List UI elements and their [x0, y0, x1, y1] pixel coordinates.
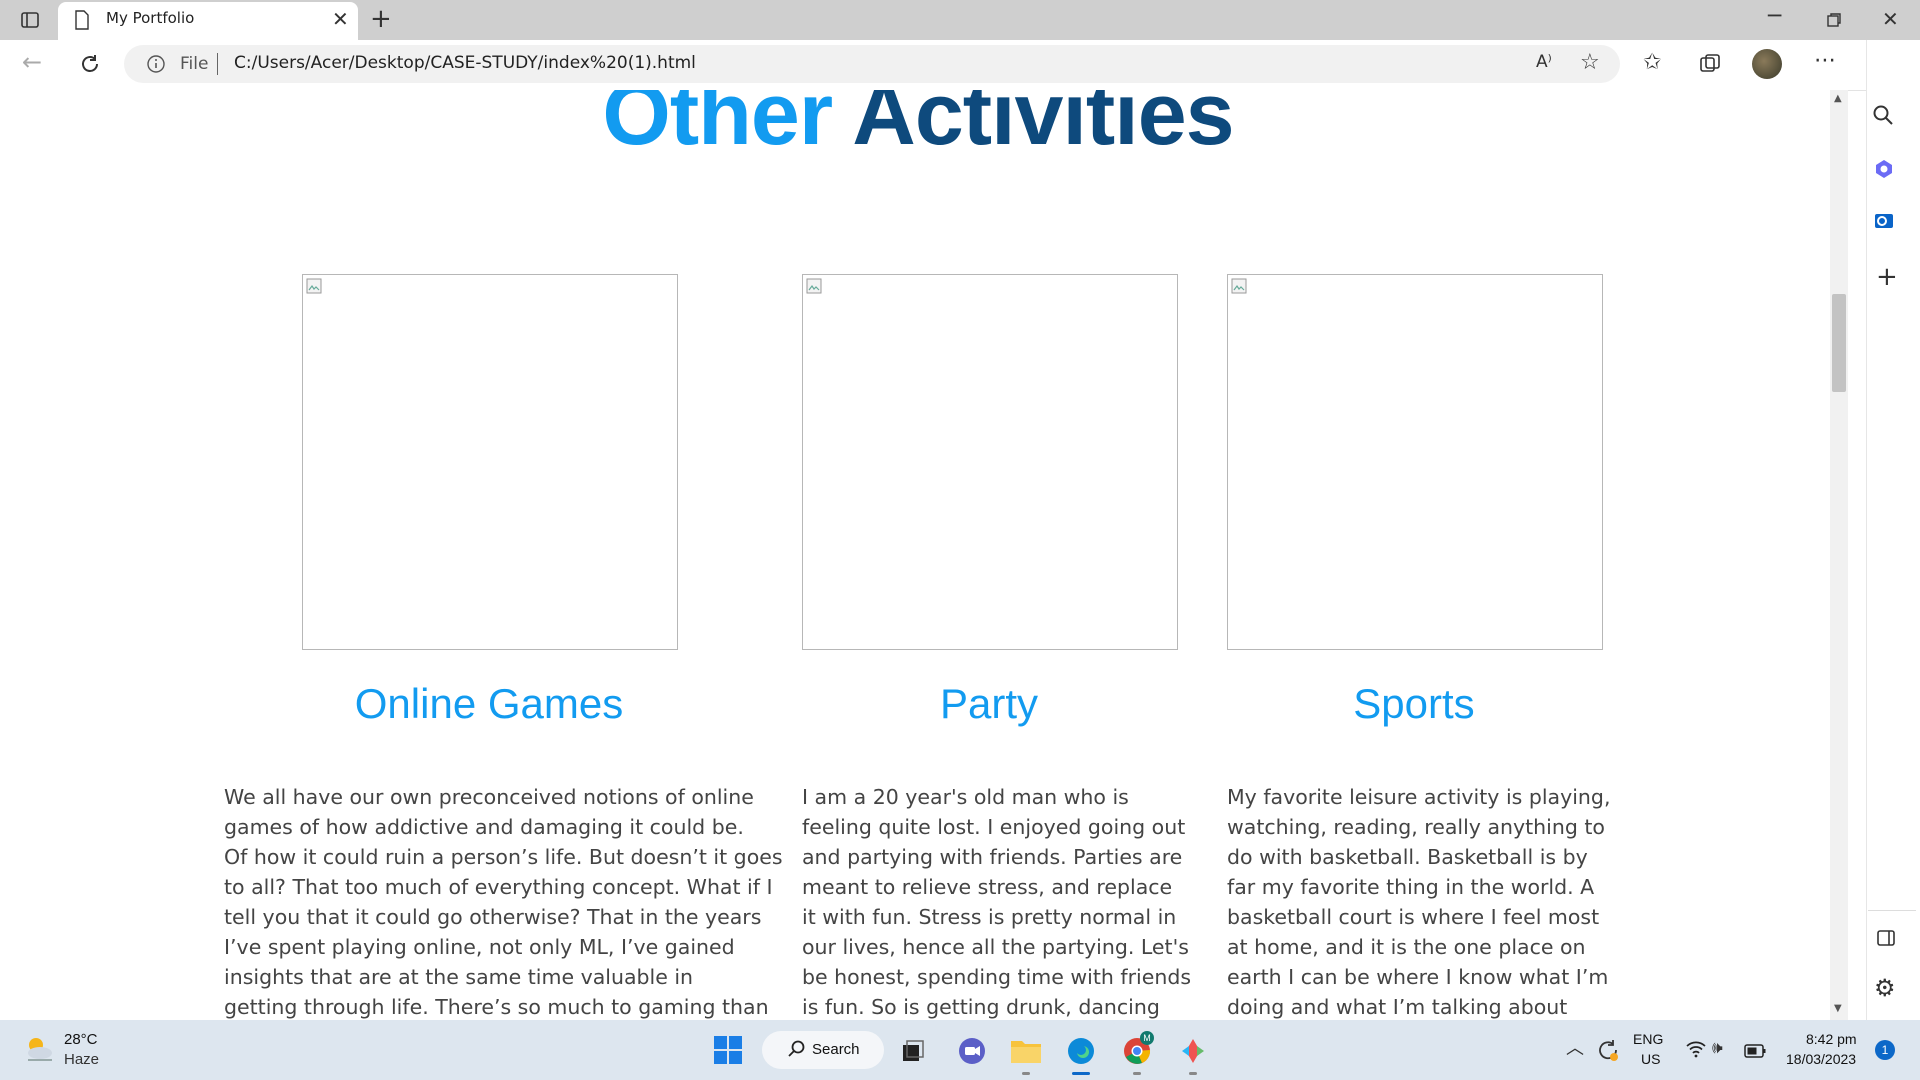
text-line: far my favorite thing in the world. A: [1227, 875, 1595, 899]
running-indicator: [1022, 1072, 1030, 1075]
url-text[interactable]: C:/Users/Acer/Desktop/CASE-STUDY/index%2…: [234, 53, 696, 73]
language-top[interactable]: ENG: [1633, 1031, 1663, 1047]
favorites-icon[interactable]: ✩: [1643, 52, 1661, 74]
broken-image-icon: [1231, 278, 1247, 294]
broken-image-icon: [806, 278, 822, 294]
page-icon: [74, 10, 90, 34]
text-line: watching, reading, really anything to: [1227, 815, 1605, 839]
weather-temp: 28°C: [64, 1031, 98, 1048]
text-line: I am a 20 year's old man who is: [802, 785, 1129, 809]
battery-icon[interactable]: [1744, 1043, 1766, 1062]
more-options-icon[interactable]: ⋯: [1814, 50, 1836, 72]
read-aloud-icon[interactable]: A⁾: [1536, 54, 1552, 71]
card-title-party: Party: [939, 680, 1039, 727]
hide-sidebar-icon[interactable]: [1876, 928, 1896, 952]
sidebar-office-icon[interactable]: [1873, 158, 1895, 184]
active-indicator: [1072, 1072, 1090, 1075]
text-line: We all have our own preconceived notions…: [224, 785, 754, 809]
edge-sidebar: [1866, 40, 1920, 1020]
language-bottom[interactable]: US: [1641, 1051, 1660, 1067]
sidebar-divider: [1868, 910, 1916, 911]
search-icon: [788, 1040, 806, 1062]
text-line: it with fun. Stress is pretty normal in: [802, 905, 1177, 929]
restore-icon[interactable]: [1826, 12, 1842, 32]
text-line: tell you that it could go otherwise? Tha…: [224, 905, 762, 929]
text-line: doing and what I’m talking about: [1227, 995, 1568, 1019]
running-indicator: [1189, 1072, 1197, 1075]
page-scrollbar[interactable]: [1830, 90, 1848, 1020]
text-line: getting through life. There’s so much to…: [224, 995, 769, 1019]
scroll-thumb[interactable]: [1832, 294, 1846, 392]
sidebar-outlook-icon[interactable]: [1873, 210, 1895, 236]
running-indicator: [1133, 1072, 1141, 1075]
text-line: is fun. So is getting drunk, dancing: [802, 995, 1160, 1019]
notification-badge[interactable]: 1: [1875, 1040, 1895, 1060]
sync-icon[interactable]: [1596, 1038, 1620, 1066]
text-line: basketball court is where I feel most: [1227, 905, 1600, 929]
text-line: be honest, spending time with friends: [802, 965, 1192, 989]
file-label: File: [180, 54, 209, 74]
chrome-profile-badge: M: [1140, 1031, 1154, 1045]
text-line: to all? That too much of everything conc…: [224, 875, 773, 899]
card-text-online-games: We all have our own preconceived notions…: [224, 782, 784, 1020]
teams-chat-icon[interactable]: [957, 1036, 987, 1070]
sidebar-settings-icon[interactable]: ⚙: [1874, 976, 1896, 1000]
clock-date[interactable]: 18/03/2023: [1786, 1051, 1856, 1067]
text-line: our lives, hence all the partying. Let's: [802, 935, 1189, 959]
page-content: Other Activities Online Games We all hav…: [0, 90, 1830, 1020]
add-favorite-icon[interactable]: ☆: [1580, 52, 1600, 74]
task-view-icon[interactable]: [900, 1038, 926, 1064]
tab-my-portfolio[interactable]: [58, 2, 358, 40]
section-heading: Other Activities: [0, 90, 1830, 158]
close-window-icon[interactable]: ✕: [1882, 9, 1899, 29]
text-line: at home, and it is the one place on: [1227, 935, 1586, 959]
close-tab-icon[interactable]: ✕: [332, 9, 349, 29]
text-line: games of how addictive and damaging it c…: [224, 815, 744, 839]
weather-desc: Haze: [64, 1051, 100, 1068]
party-image: [802, 274, 1178, 650]
text-line: do with basketball. Basketball is by: [1227, 845, 1588, 869]
refresh-icon[interactable]: [78, 52, 102, 80]
collections-icon[interactable]: [1698, 52, 1722, 80]
sidebar-add-icon[interactable]: +: [1876, 264, 1898, 290]
app-launcher-icon[interactable]: [1178, 1037, 1208, 1069]
text-line: meant to relieve stress, and replace: [802, 875, 1173, 899]
minimize-icon[interactable]: ─: [1768, 6, 1781, 28]
card-text-sports: My favorite leisure activity is playing,…: [1227, 782, 1627, 1020]
card-title-online-games: Online Games: [354, 680, 624, 727]
text-line: and partying with friends. Parties are: [802, 845, 1183, 869]
text-line: insights that are at the same time valua…: [224, 965, 694, 989]
new-tab-icon[interactable]: +: [370, 6, 392, 32]
volume-icon[interactable]: 🕪: [1712, 1040, 1723, 1057]
wifi-icon[interactable]: [1686, 1040, 1706, 1062]
address-separator: [217, 53, 218, 75]
online-games-image: [302, 274, 678, 650]
start-button[interactable]: [714, 1036, 742, 1068]
card-title-sports: Sports: [1353, 680, 1475, 727]
tab-title: My Portfolio: [106, 9, 195, 27]
scroll-down-arrow-icon[interactable]: ▼: [1834, 1004, 1842, 1014]
profile-avatar[interactable]: [1752, 49, 1782, 79]
file-explorer-icon[interactable]: [1010, 1037, 1042, 1069]
taskbar-search-label: Search: [812, 1041, 860, 1058]
text-line: My favorite leisure activity is playing,: [1227, 785, 1611, 809]
broken-image-icon: [306, 278, 322, 294]
scroll-up-arrow-icon[interactable]: ▲: [1834, 94, 1842, 104]
sports-image: [1227, 274, 1603, 650]
heading-part-2: Activities: [852, 90, 1234, 163]
sidebar-search-icon[interactable]: [1872, 104, 1894, 130]
card-text-party: I am a 20 year's old man who is feeling …: [802, 782, 1202, 1020]
show-hidden-icons[interactable]: ︿: [1566, 1040, 1584, 1058]
weather-icon[interactable]: [22, 1033, 56, 1067]
tab-actions-icon[interactable]: [20, 10, 40, 35]
edge-icon[interactable]: [1066, 1036, 1096, 1070]
text-line: earth I can be where I know what I’m: [1227, 965, 1609, 989]
back-icon[interactable]: ←: [22, 50, 42, 74]
heading-part-1: Other: [602, 90, 833, 163]
site-info-icon[interactable]: [146, 54, 166, 78]
text-line: feeling quite lost. I enjoyed going out: [802, 815, 1186, 839]
text-line: I’ve spent playing online, not only ML, …: [224, 935, 735, 959]
clock-time[interactable]: 8:42 pm: [1806, 1031, 1857, 1047]
text-line: Of how it could ruin a person’s life. Bu…: [224, 845, 783, 869]
